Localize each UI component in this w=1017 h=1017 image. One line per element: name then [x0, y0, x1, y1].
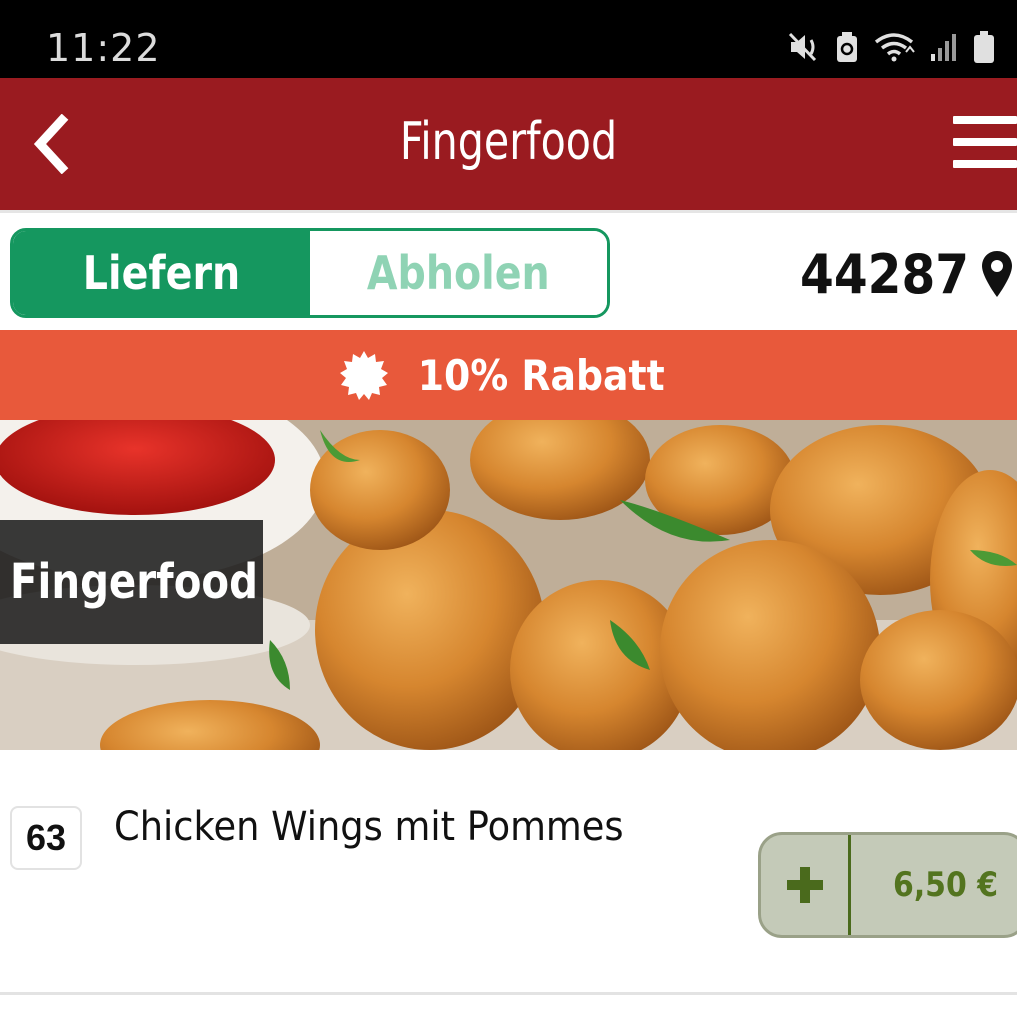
- wifi-icon: [873, 32, 915, 62]
- discount-text: 10% Rabatt: [418, 350, 665, 400]
- status-time: 11:22: [46, 26, 161, 70]
- pickup-tab-label: Abholen: [367, 246, 550, 300]
- hamburger-line: [953, 160, 1017, 168]
- product-number: 63: [10, 806, 82, 870]
- product-name: Chicken Wings mit Pommes: [114, 804, 624, 850]
- battery-saver-icon: [835, 31, 859, 63]
- product-price: 6,50 €: [893, 865, 999, 905]
- signal-icon: [929, 32, 959, 62]
- badge-icon: [340, 351, 389, 400]
- category-hero-image: Fingerfood: [0, 420, 1017, 750]
- delivery-tab[interactable]: Liefern: [13, 231, 310, 315]
- order-mode-toggle: Liefern Abholen: [10, 228, 610, 318]
- mute-icon: [787, 31, 821, 63]
- delivery-tab-label: Liefern: [82, 246, 241, 300]
- status-bar: 11:22: [0, 0, 1017, 78]
- status-icons: [787, 30, 995, 64]
- add-to-cart-button[interactable]: 6,50 €: [758, 832, 1017, 938]
- battery-icon: [973, 30, 995, 64]
- discount-banner: 10% Rabatt: [0, 330, 1017, 420]
- hamburger-menu-icon: [953, 116, 1017, 124]
- zip-code[interactable]: 44287: [800, 243, 969, 306]
- plus-icon: [761, 835, 851, 935]
- app-header: Fingerfood: [0, 78, 1017, 210]
- page-title: Fingerfood: [399, 112, 618, 172]
- category-title: Fingerfood: [10, 554, 258, 610]
- order-mode-row: Liefern Abholen 44287: [0, 210, 1017, 330]
- category-title-overlay: Fingerfood: [0, 520, 263, 644]
- map-pin-icon[interactable]: [980, 249, 1014, 304]
- menu-button[interactable]: [951, 114, 1017, 176]
- product-price-box: 6,50 €: [851, 835, 1017, 935]
- pickup-tab[interactable]: Abholen: [310, 231, 607, 315]
- hamburger-line: [953, 138, 1017, 146]
- product-item[interactable]: 63 Chicken Wings mit Pommes 6,50 €: [0, 750, 1017, 995]
